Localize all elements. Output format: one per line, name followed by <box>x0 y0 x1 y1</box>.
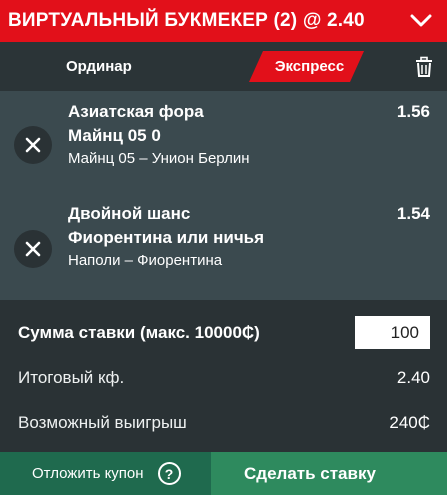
betslip-header[interactable]: ВИРТУАЛЬНЫЙ БУКМЕКЕР (2) @ 2.40 <box>0 0 447 42</box>
close-icon <box>25 241 41 257</box>
remove-bet-button[interactable] <box>14 126 52 164</box>
bet-type-tabs: Ординар Экспресс <box>0 42 447 91</box>
bet-event: Наполи – Фиорентина <box>68 252 223 269</box>
chevron-down-icon[interactable] <box>407 7 435 35</box>
postpone-coupon-label: Отложить купон <box>32 465 144 482</box>
bet-odd: 1.56 <box>396 102 430 121</box>
stake-label: Сумма ставки (макс. 10000₵) <box>18 323 260 342</box>
possible-win-label: Возможный выигрыш <box>18 413 187 432</box>
bet-item: Двойной шанс Фиорентина или ничья Наполи… <box>0 194 447 294</box>
close-icon <box>25 137 41 153</box>
tab-express-label: Экспресс <box>274 58 345 75</box>
bet-item: Азиатская фора Майнц 05 0 Майнц 05 – Уни… <box>0 91 447 191</box>
tab-express[interactable]: Экспресс <box>249 51 364 82</box>
remove-bet-button[interactable] <box>14 230 52 268</box>
stake-input[interactable] <box>355 316 430 349</box>
bet-event: Майнц 05 – Унион Берлин <box>68 150 250 167</box>
betslip-title: ВИРТУАЛЬНЫЙ БУКМЕКЕР (2) @ 2.40 <box>8 10 365 31</box>
total-odds-value: 2.40 <box>396 368 430 387</box>
help-icon[interactable]: ? <box>157 462 181 485</box>
bet-list: Азиатская фора Майнц 05 0 Майнц 05 – Уни… <box>0 91 447 300</box>
bet-selection: Майнц 05 0 <box>68 126 161 145</box>
trash-icon[interactable] <box>413 56 435 78</box>
bet-odd: 1.54 <box>396 204 430 223</box>
total-odds-label: Итоговый кф. <box>18 368 125 387</box>
bet-market: Азиатская фора <box>68 102 204 121</box>
bet-market: Двойной шанс <box>68 204 191 223</box>
bet-selection: Фиорентина или ничья <box>68 228 265 247</box>
possible-win-value: 240₵ <box>389 413 430 432</box>
postpone-coupon-button[interactable]: Отложить купон ? <box>0 452 211 495</box>
bet-summary: Сумма ставки (макс. 10000₵) Итоговый кф.… <box>0 300 447 452</box>
betslip-footer: Отложить купон ? Сделать ставку <box>0 452 447 495</box>
place-bet-button[interactable]: Сделать ставку <box>211 452 447 495</box>
tab-single[interactable]: Ординар <box>66 58 132 75</box>
